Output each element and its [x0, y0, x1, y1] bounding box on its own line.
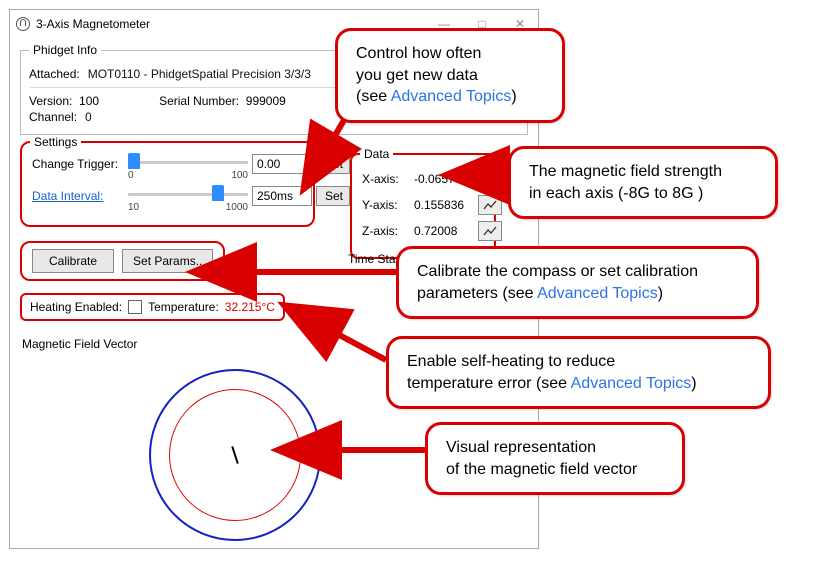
attached-value: MOT0110 - PhidgetSpatial Precision 3/3/3	[88, 67, 311, 81]
heating-group: Heating Enabled: Temperature: 32.215°C	[20, 293, 285, 321]
x-axis-value: -0.065794	[414, 172, 474, 186]
settings-legend: Settings	[30, 135, 81, 149]
callout-calibrate: Calibrate the compass or set calibration…	[396, 246, 759, 319]
y-axis-label: Y-axis:	[362, 198, 410, 212]
version-value: 100	[79, 94, 99, 108]
calibration-group: Calibrate Set Params..	[20, 241, 225, 281]
app-icon	[16, 17, 30, 31]
heating-checkbox[interactable]	[128, 300, 142, 314]
serial-label: Serial Number:	[159, 94, 239, 108]
change-trigger-slider[interactable]: 0100	[128, 151, 248, 177]
channel-value: 0	[85, 110, 92, 124]
set-params-button[interactable]: Set Params..	[122, 249, 213, 273]
x-axis-plot-button[interactable]	[478, 169, 502, 189]
change-trigger-set-button[interactable]: Set	[316, 154, 350, 174]
x-axis-label: X-axis:	[362, 172, 410, 186]
z-axis-label: Z-axis:	[362, 224, 410, 238]
phidget-info-legend: Phidget Info	[29, 43, 101, 57]
data-group: Data X-axis: -0.065794 Y-axis: 0.155836 …	[350, 153, 496, 259]
temperature-value: 32.215°C	[225, 300, 275, 314]
serial-value: 999009	[246, 94, 286, 108]
callout-mfv: Visual representation of the magnetic fi…	[425, 422, 685, 495]
channel-label: Channel:	[29, 110, 77, 124]
advanced-topics-link[interactable]: Advanced Topics	[571, 375, 692, 392]
temperature-label: Temperature:	[148, 300, 219, 314]
z-axis-plot-button[interactable]	[478, 221, 502, 241]
callout-field-strength: The magnetic field strength in each axis…	[508, 146, 778, 219]
data-interval-set-button[interactable]: Set	[316, 186, 350, 206]
advanced-topics-link[interactable]: Advanced Topics	[537, 285, 658, 302]
heating-label: Heating Enabled:	[30, 300, 122, 314]
attached-label: Attached:	[29, 67, 80, 81]
change-trigger-input[interactable]	[252, 154, 312, 174]
data-interval-link[interactable]: Data Interval:	[32, 189, 124, 203]
data-interval-slider[interactable]: 101000	[128, 183, 248, 209]
callout-data-interval: Control how often you get new data (see …	[335, 28, 565, 123]
calibrate-button[interactable]: Calibrate	[32, 249, 114, 273]
data-interval-input[interactable]	[252, 186, 312, 206]
y-axis-plot-button[interactable]	[478, 195, 502, 215]
change-trigger-label: Change Trigger:	[32, 157, 124, 171]
callout-heating: Enable self-heating to reduce temperatur…	[386, 336, 771, 409]
settings-group: Settings Change Trigger: 0100 Set Data I…	[20, 141, 315, 227]
z-axis-value: 0.72008	[414, 224, 474, 238]
y-axis-value: 0.155836	[414, 198, 474, 212]
version-label: Version:	[29, 94, 72, 108]
advanced-topics-link[interactable]: Advanced Topics	[391, 88, 512, 105]
data-legend: Data	[360, 147, 393, 161]
